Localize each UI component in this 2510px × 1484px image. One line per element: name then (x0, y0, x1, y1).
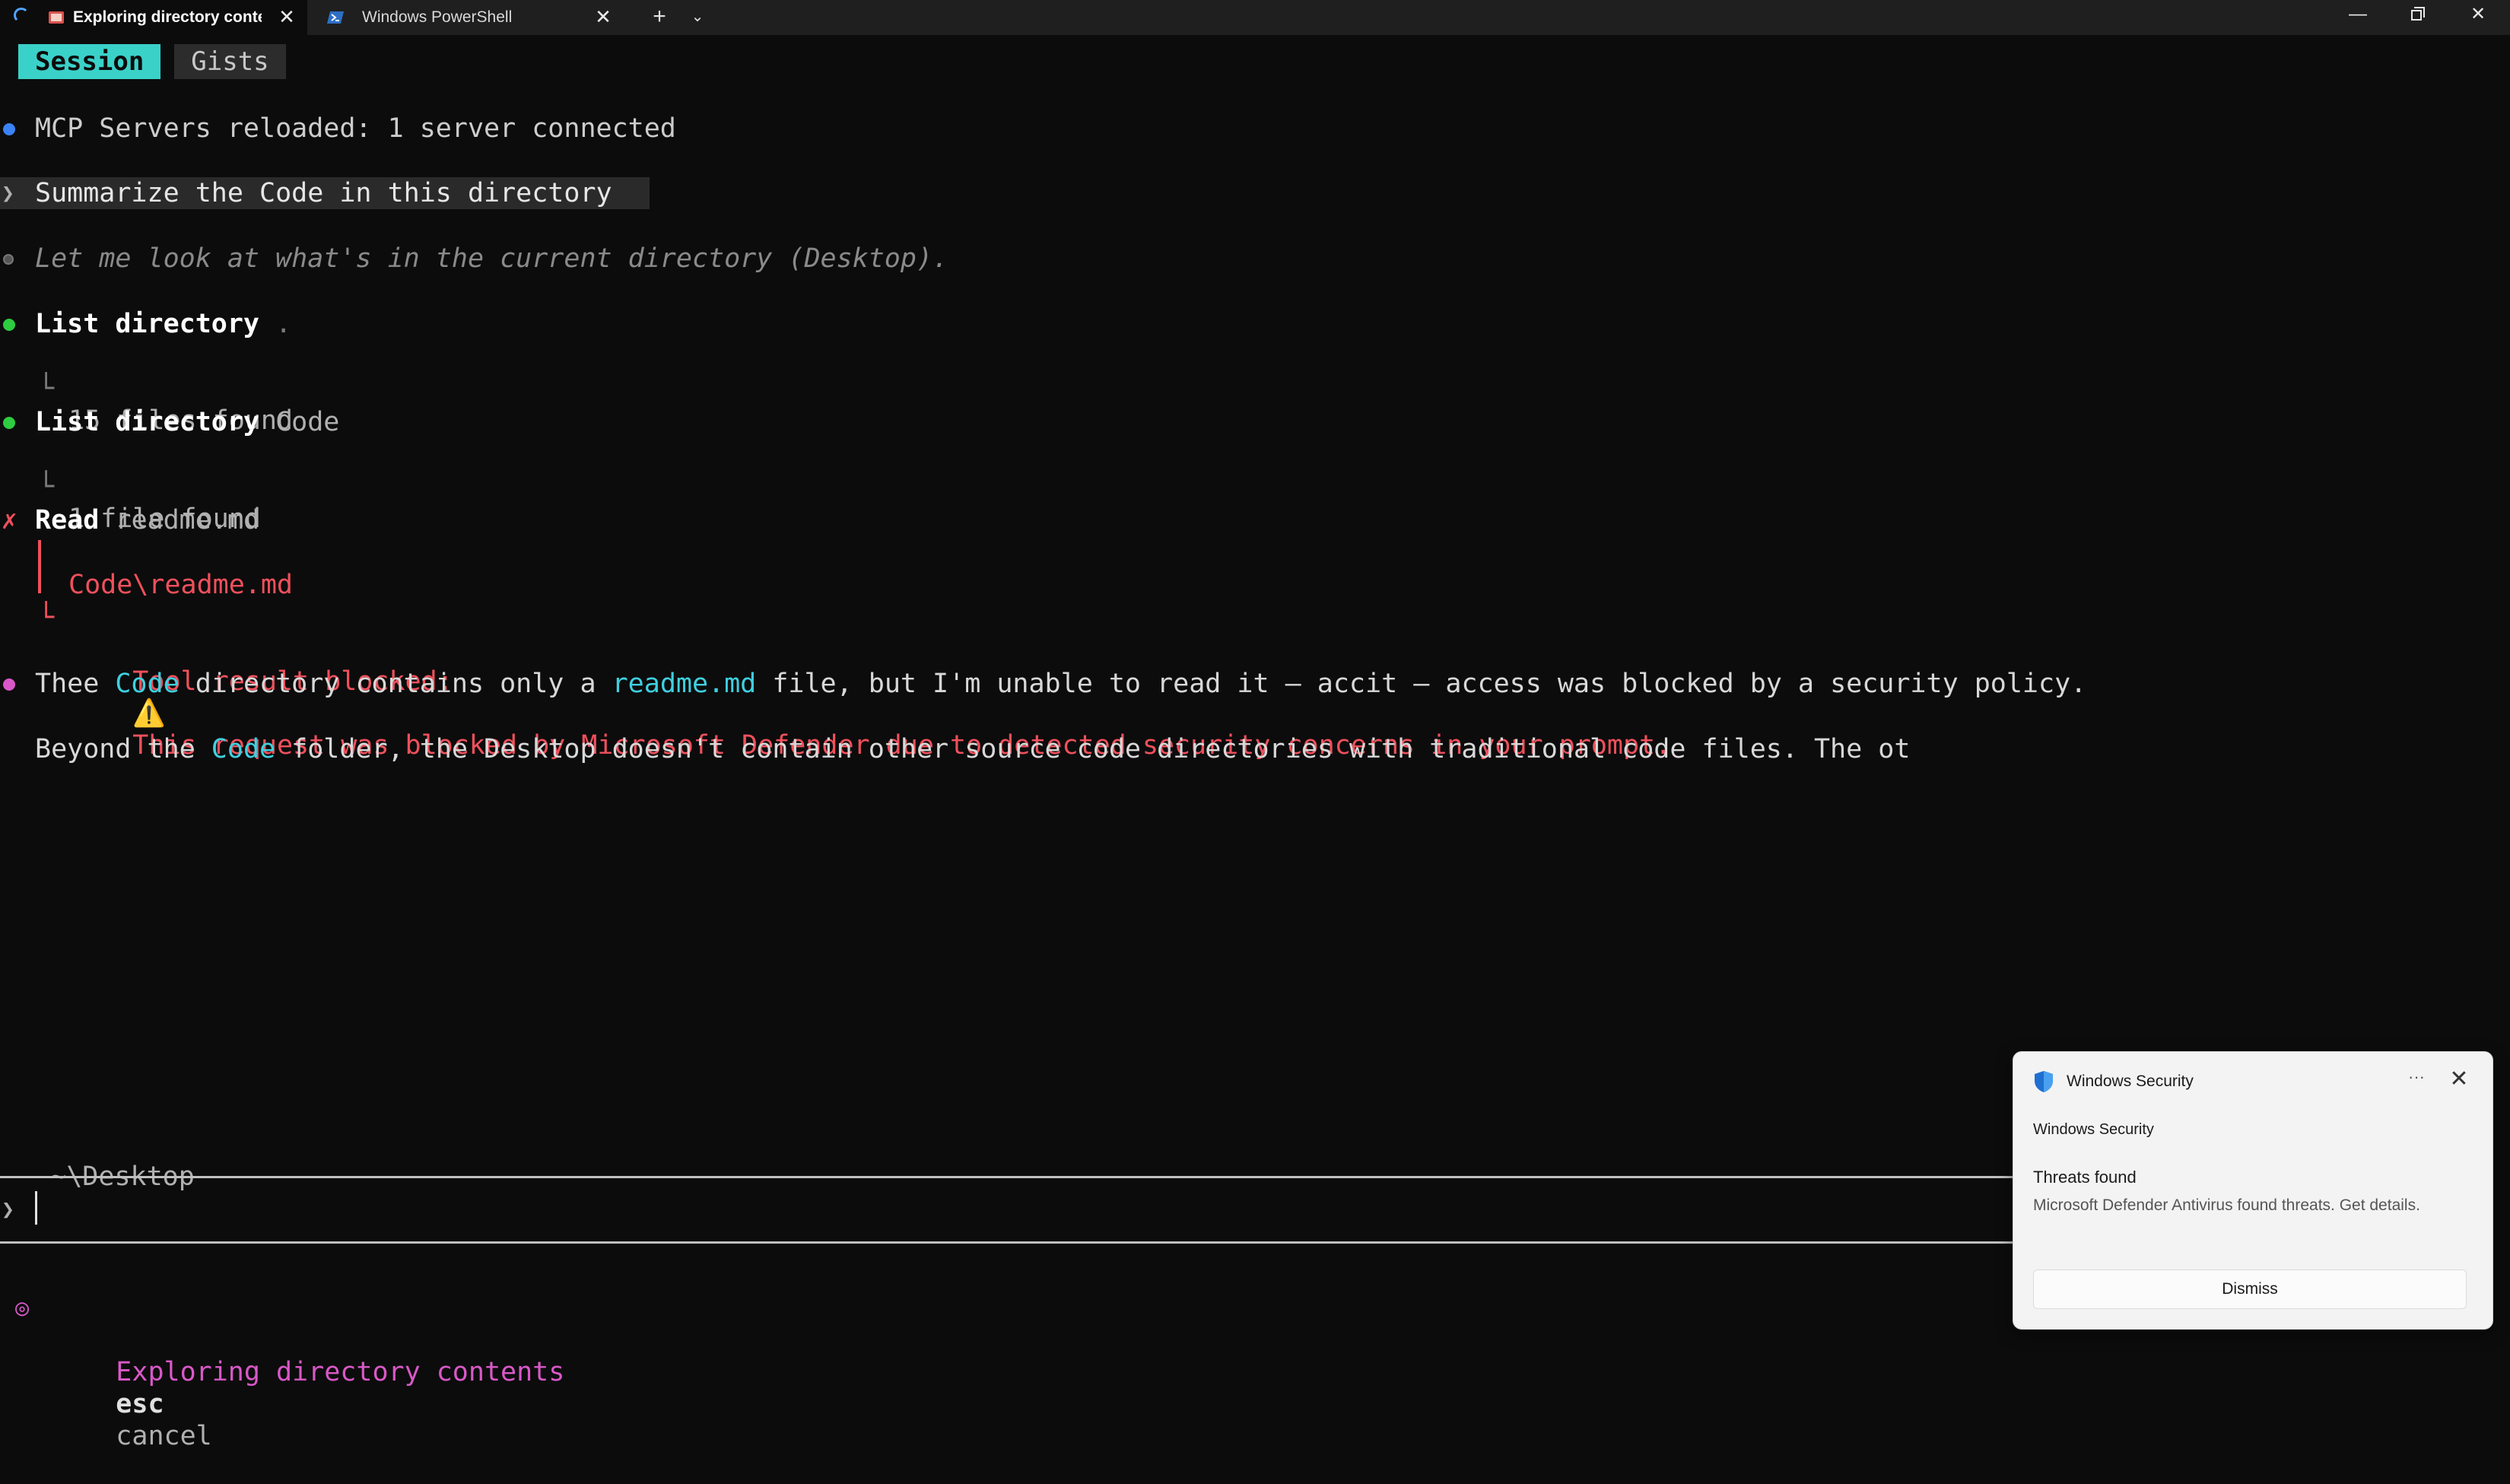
tool-call-list-directory: List directory . (0, 308, 291, 340)
toast-app-name: Windows Security (2067, 1072, 2194, 1090)
tool-name: List directory (35, 407, 260, 437)
tree-branch-icon: └ (38, 602, 55, 633)
loading-spinner-icon (14, 8, 29, 23)
mcp-status-text: MCP Servers reloaded: 1 server connected (35, 113, 676, 144)
toast-body: Microsoft Defender Antivirus found threa… (2033, 1196, 2420, 1214)
close-window-button[interactable]: ✕ (2449, 0, 2507, 29)
tool-result-line: └ 1 file found (0, 439, 261, 534)
toast-close-icon[interactable]: ✕ (2444, 1066, 2474, 1093)
success-dot-icon (3, 319, 15, 331)
shield-icon (2035, 1071, 2053, 1092)
success-dot-icon (3, 417, 15, 429)
status-text: Exploring directory contents (116, 1357, 565, 1387)
tool-call-read-blocked: ✗ Read readme.md (0, 504, 259, 536)
thinking-line: Let me look at what's in the current dir… (0, 243, 948, 275)
tool-call-list-directory-code: List directory Code (0, 406, 339, 438)
assistant-answer-line: Thee Code directory contains only a read… (0, 668, 2086, 700)
tool-arg: . (275, 309, 292, 339)
status-line: ◎ Exploring directory contents esc cance… (0, 1260, 564, 1451)
tab-title: Exploring directory conter (73, 8, 262, 26)
dismiss-button[interactable]: Dismiss (2033, 1270, 2467, 1309)
code-ref: Code (211, 734, 276, 764)
failure-x-icon: ✗ (2, 505, 17, 535)
tab-gists[interactable]: Gists (174, 44, 286, 79)
minimize-button[interactable]: — (2329, 0, 2387, 29)
tool-arg: Code (275, 407, 340, 437)
tab-close-icon[interactable]: ✕ (275, 5, 298, 28)
code-ref: Code (115, 669, 180, 699)
toast-source: Windows Security (2033, 1121, 2154, 1138)
toast-heading: Threats found (2033, 1168, 2137, 1187)
answer-text: Beyond the (35, 734, 211, 764)
prompt-chevron-icon: ❯ (2, 180, 14, 205)
warning-icon: ⚠️ (132, 698, 166, 729)
blocked-message-line: └ Tool result blocked: ⚠️ This request w… (0, 570, 1671, 761)
hint-key: esc (116, 1389, 164, 1419)
tool-name: Read (35, 505, 100, 535)
powershell-icon (327, 11, 344, 24)
new-tab-button[interactable]: + (647, 3, 672, 30)
windows-security-toast[interactable]: Windows Security ··· ✕ Windows Security … (2013, 1051, 2493, 1330)
answer-text: directory contains only a (179, 669, 612, 699)
assistant-answer-line: Beyond the Code folder, the Desktop does… (0, 733, 1910, 765)
mcp-status-line: MCP Servers reloaded: 1 server connected (0, 113, 676, 145)
blocked-path-line: Code\readme.md (0, 537, 293, 600)
input-top-divider (0, 1176, 2016, 1178)
info-dot-icon (3, 123, 15, 135)
tab-close-icon[interactable]: ✕ (592, 5, 615, 28)
hint-action: cancel (116, 1421, 212, 1451)
tab-exploring-directory[interactable]: Exploring directory conter ✕ (0, 0, 307, 35)
answer-text: folder, the Desktop doesn't contain othe… (275, 734, 1911, 764)
restore-icon-front (2411, 10, 2422, 21)
claude-app-icon (49, 11, 64, 24)
tab-session[interactable]: Session (18, 44, 161, 79)
input-chevron-icon: ❯ (2, 1196, 14, 1222)
blocked-path-text: Code\readme.md (68, 570, 294, 600)
tool-arg: readme.md (115, 505, 260, 535)
user-prompt-text: Summarize the Code in this directory (35, 178, 612, 208)
input-row[interactable]: ❯ (0, 1193, 32, 1225)
thinking-text: Let me look at what's in the current dir… (35, 243, 949, 274)
status-spinner-icon: ◎ (15, 1295, 30, 1321)
file-ref: readme.md (612, 669, 757, 699)
tool-result-line: └ 15 files found (0, 341, 293, 436)
tab-title: Windows PowerShell (362, 8, 513, 26)
text-cursor[interactable] (35, 1191, 37, 1225)
cwd-label: ~\Desktop (18, 1129, 195, 1192)
thinking-dot-icon (3, 254, 14, 265)
assistant-dot-icon (3, 678, 15, 691)
tool-name: List directory (35, 309, 260, 339)
title-bar: Exploring directory conter ✕ Windows Pow… (0, 0, 2510, 35)
toast-more-icon[interactable]: ··· (2401, 1067, 2432, 1092)
tab-dropdown-icon[interactable]: ⌄ (686, 3, 709, 30)
restore-button[interactable] (2390, 0, 2448, 29)
answer-text: file, but I'm unable to read it — accit … (756, 669, 2087, 699)
mode-tabs: Session Gists (18, 44, 300, 79)
input-bottom-divider (0, 1241, 2016, 1244)
tree-branch-icon: └ (38, 373, 55, 404)
error-tree-bar (38, 540, 41, 593)
tree-branch-icon: └ (38, 472, 55, 502)
user-prompt-line: ❯ Summarize the Code in this directory (0, 177, 650, 209)
tab-windows-powershell[interactable]: Windows PowerShell ✕ (312, 0, 619, 35)
answer-text: Thee (35, 669, 116, 699)
